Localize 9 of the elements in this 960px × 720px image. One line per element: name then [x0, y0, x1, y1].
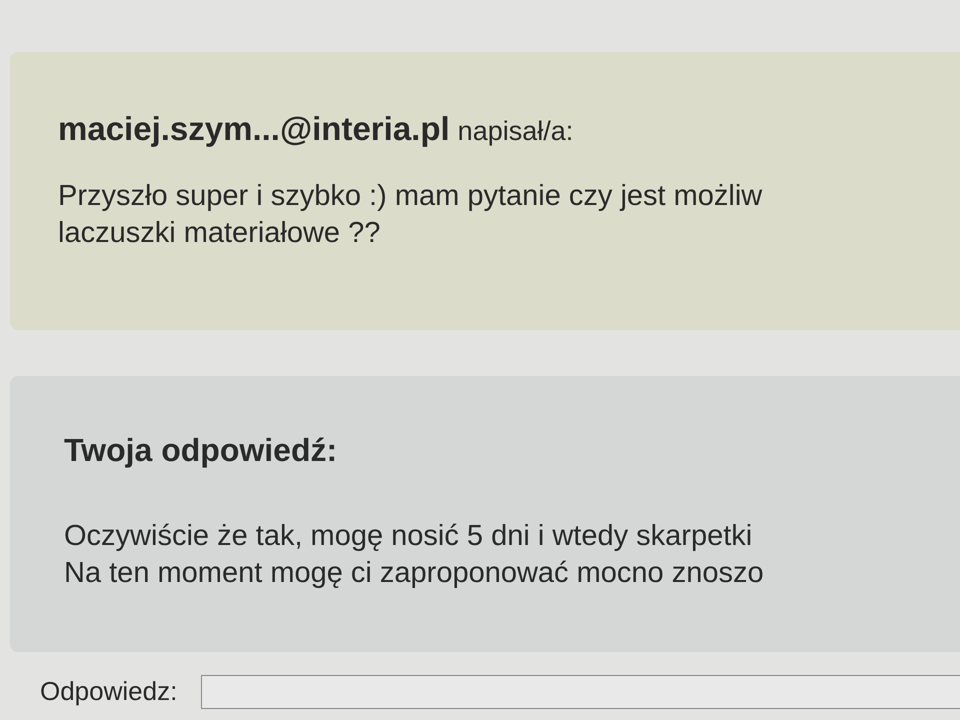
reply-text-line: Na ten moment mogę ci zaproponować mocno znoszo — [64, 556, 765, 591]
message-text-line: Przyszło super i szybko :) mam pytanie czy jest możliw — [58, 178, 764, 214]
wrote-label: napisał/a: — [458, 115, 574, 148]
reply-label: Odpowiedz: — [40, 675, 178, 708]
author-email: maciej.szym...@interia.pl — [58, 109, 450, 149]
reply-field[interactable] — [201, 674, 960, 708]
reply-text-line: Oczywiście że tak, mogę nosić 5 dni i wtedy skarpetki — [64, 519, 754, 554]
reply-heading: Twoja odpowiedź: — [64, 431, 338, 470]
message-text-line: laczuszki materiałowe ?? — [58, 216, 382, 250]
